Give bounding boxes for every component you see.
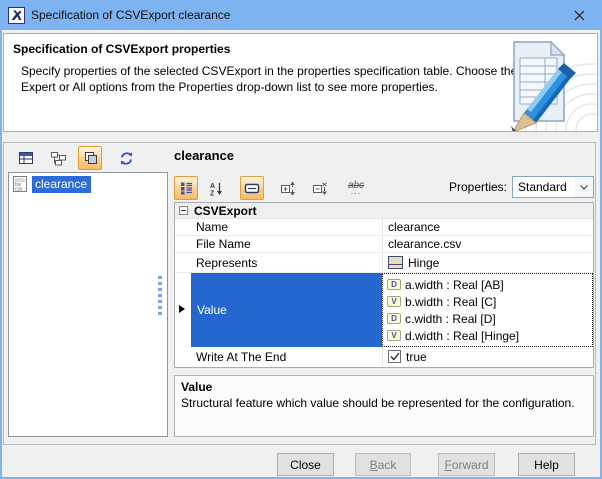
magicdraw-app-icon [8, 6, 25, 24]
value-item[interactable]: V b.width : Real [C] [387, 293, 592, 310]
description-title: Value [181, 380, 213, 394]
property-d-icon: D [387, 279, 401, 290]
value-item[interactable]: D a.width : Real [AB] [387, 276, 592, 293]
csv-file-icon: tsv csv [13, 176, 27, 193]
categorized-view-icon[interactable] [174, 176, 198, 200]
collapse-icon[interactable] [308, 176, 332, 200]
tree-item-clearance[interactable]: tsv csv clearance [11, 175, 167, 193]
row-name-value: clearance [388, 220, 441, 234]
value-item[interactable]: D c.width : Real [D] [387, 310, 592, 327]
tree-toolbar [14, 144, 138, 172]
filter-abc-icon[interactable]: abc ... [344, 176, 368, 200]
refresh-icon[interactable] [114, 146, 138, 170]
property-d-icon: D [387, 313, 401, 324]
row-write-at-the-end[interactable]: Write At The End true [175, 347, 593, 366]
svg-text:Z: Z [210, 190, 215, 196]
row-write-value: true [388, 350, 427, 364]
forward-button[interactable]: Forward [438, 453, 495, 476]
row-name[interactable]: Name clearance [175, 219, 593, 236]
tree-item-label: clearance [32, 175, 92, 193]
panel-splitter-handle[interactable] [158, 276, 162, 316]
description-text: Structural feature which value should be… [181, 396, 575, 410]
specification-dialog: Specification of CSVExport clearance Spe… [0, 0, 602, 479]
title-bar[interactable]: Specification of CSVExport clearance [0, 0, 602, 30]
selected-row-arrow-icon [179, 305, 185, 313]
group-name: CSVExport [194, 203, 257, 218]
help-button[interactable]: Help [518, 453, 575, 476]
document-pencil-illustration [511, 40, 597, 131]
property-v-icon: V [387, 296, 401, 307]
properties-toolbar: A Z abc ... Properties: Standard [174, 175, 594, 201]
element-tree-panel[interactable]: tsv csv clearance [8, 172, 168, 437]
description-area-icon[interactable] [240, 176, 264, 200]
dialog-client-area: Specification of CSVExport properties Sp… [2, 30, 600, 477]
close-icon[interactable] [557, 0, 602, 30]
row-file-name[interactable]: File Name clearance.csv [175, 236, 593, 253]
back-button[interactable]: Back [355, 453, 411, 476]
window-title: Specification of CSVExport clearance [31, 8, 231, 22]
row-name-label: Name [196, 220, 229, 234]
properties-dropdown[interactable]: Standard [512, 176, 594, 198]
row-file-name-label: File Name [196, 237, 251, 251]
description-panel: Value Structural feature which value sho… [174, 375, 594, 437]
properties-table: CSVExport Name clearance File Name clear… [174, 202, 594, 368]
selected-element-title: clearance [174, 148, 234, 163]
row-value-label-cell[interactable]: Value [191, 273, 382, 347]
property-v-icon: V [387, 330, 401, 341]
expand-icon[interactable] [276, 176, 300, 200]
tree-structure-icon[interactable] [46, 146, 70, 170]
checkbox-checked-icon[interactable] [388, 350, 401, 363]
svg-text:A: A [210, 183, 215, 190]
row-write-label: Write At The End [196, 349, 287, 364]
close-button[interactable]: Close [277, 453, 334, 476]
row-represents-value: Hinge [388, 256, 439, 270]
row-represents-label: Represents [196, 255, 258, 270]
group-row-csvexport[interactable]: CSVExport [175, 203, 593, 219]
row-value[interactable]: Value D a.width : Real [AB] V b.width : … [175, 273, 593, 347]
collapse-group-icon[interactable] [179, 206, 188, 215]
properties-dropdown-value: Standard [518, 180, 567, 194]
sort-alphabetically-icon[interactable]: A Z [204, 176, 228, 200]
value-item[interactable]: V d.width : Real [Hinge] [387, 327, 592, 344]
chevron-down-icon [575, 177, 593, 197]
properties-label: Properties: [448, 180, 507, 194]
properties-table-icon[interactable] [14, 146, 38, 170]
cascade-windows-icon[interactable] [78, 146, 102, 170]
row-file-name-value: clearance.csv [388, 237, 462, 251]
row-represents[interactable]: Represents Hinge [175, 253, 593, 273]
header-panel: Specification of CSVExport properties Sp… [3, 33, 598, 132]
svg-text:csv: csv [15, 187, 23, 193]
block-icon [388, 256, 403, 269]
value-list[interactable]: D a.width : Real [AB] V b.width : Real [… [382, 273, 593, 347]
